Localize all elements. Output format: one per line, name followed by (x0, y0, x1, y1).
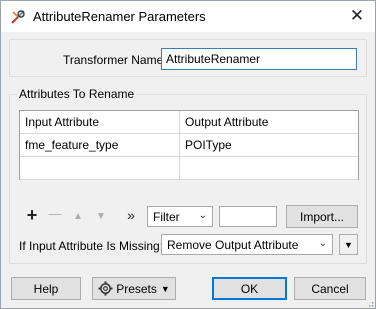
import-button[interactable]: Import... (286, 205, 358, 228)
chevron-down-icon: ⌄ (318, 238, 327, 249)
move-up-icon[interactable]: ▲ (71, 209, 85, 225)
gear-icon (98, 281, 113, 296)
transformer-name-label: Transformer Name: (63, 53, 167, 67)
add-row-icon[interactable]: + (24, 206, 40, 224)
input-attribute-cell[interactable]: fme_feature_type (20, 134, 180, 157)
presets-button[interactable]: Presets ▼ (92, 277, 176, 300)
missing-attribute-menu-button[interactable]: ▼ (339, 234, 358, 255)
missing-attribute-value: Remove Output Attribute (167, 238, 299, 252)
missing-attribute-label: If Input Attribute Is Missing: (19, 239, 164, 253)
column-header-input[interactable]: Input Attribute (20, 111, 180, 134)
attributes-group-title: Attributes To Rename (17, 87, 137, 101)
transformer-name-input[interactable] (161, 48, 357, 70)
more-options-icon[interactable]: » (124, 207, 138, 223)
close-icon[interactable]: ✕ (343, 4, 371, 28)
column-header-output[interactable]: Output Attribute (180, 111, 358, 134)
output-attribute-cell[interactable] (180, 157, 358, 180)
chevron-down-icon: ⌄ (198, 210, 207, 221)
presets-label: Presets (116, 281, 157, 296)
move-down-icon[interactable]: ▼ (94, 209, 108, 225)
attribute-table: Input Attribute Output Attribute fme_fea… (19, 110, 359, 180)
input-attribute-cell[interactable] (20, 157, 180, 180)
fme-transformer-icon (9, 8, 27, 26)
help-button[interactable]: Help (11, 277, 81, 300)
filter-dropdown[interactable]: Filter ⌄ (147, 206, 213, 227)
ok-button[interactable]: OK (212, 277, 287, 300)
filter-dropdown-value: Filter (153, 210, 180, 224)
resize-grip-icon[interactable] (365, 299, 374, 309)
output-attribute-cell[interactable]: POIType (180, 134, 358, 157)
cancel-button[interactable]: Cancel (294, 277, 366, 300)
filter-text-input[interactable] (219, 206, 277, 227)
title-bar[interactable]: AttributeRenamer Parameters ✕ (1, 1, 375, 32)
remove-row-icon[interactable]: — (47, 206, 63, 222)
window-title: AttributeRenamer Parameters (33, 9, 206, 24)
dropdown-arrow-icon: ▼ (344, 239, 353, 250)
parameters-dialog: AttributeRenamer Parameters ✕ Transforme… (0, 0, 376, 309)
missing-attribute-dropdown[interactable]: Remove Output Attribute ⌄ (161, 234, 333, 255)
chevron-down-icon: ▼ (160, 283, 170, 294)
